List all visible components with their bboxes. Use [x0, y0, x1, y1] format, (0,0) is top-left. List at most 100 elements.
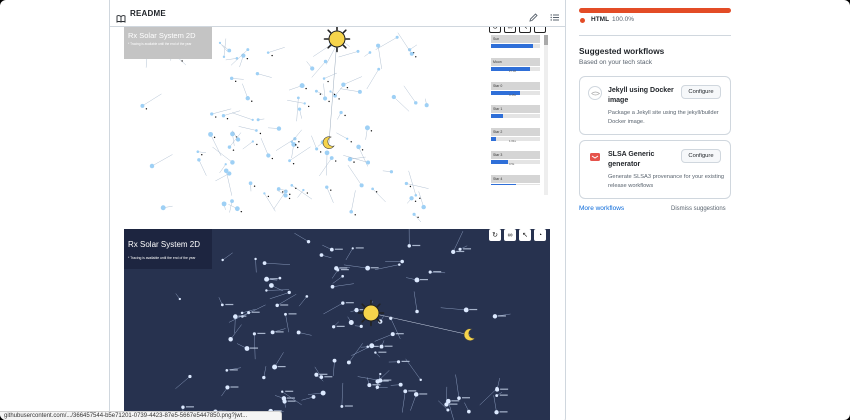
star-label [372, 384, 381, 386]
star [446, 408, 450, 412]
planet-label: Star 2 [491, 128, 540, 137]
planet-speed-slider[interactable] [491, 113, 540, 118]
star [208, 131, 214, 137]
star-label [499, 411, 508, 413]
configure-button[interactable]: Configure [681, 85, 721, 99]
star [329, 247, 334, 252]
star [332, 358, 337, 363]
planet-speed-value: 27.3d [509, 69, 516, 74]
planet-speed-slider[interactable] [491, 183, 540, 185]
planet-label: Sun [491, 35, 540, 43]
workflow-description: Generate SLSA3 provenance for your exist… [608, 174, 725, 189]
planet-speed-value: 1.01s [509, 139, 516, 144]
satellite [215, 116, 217, 118]
satellite [271, 157, 274, 160]
dismiss-suggestions-link[interactable]: Dismiss suggestions [671, 206, 726, 212]
star [235, 57, 239, 60]
satellite [240, 210, 243, 213]
satellite [226, 117, 229, 120]
configure-button[interactable]: Configure [681, 149, 721, 163]
star [356, 144, 361, 150]
star-label [463, 248, 472, 250]
reset-icon[interactable]: ↻ [489, 27, 501, 33]
readme-title: README [130, 9, 166, 18]
star [315, 147, 319, 151]
star [284, 312, 287, 316]
star-label [275, 331, 284, 333]
star [369, 343, 375, 349]
star [331, 325, 336, 329]
sun-moon-link [370, 312, 471, 336]
orbit-trail [230, 324, 242, 340]
orbit-trail [285, 314, 289, 333]
cursor-icon[interactable]: ↖ [519, 229, 531, 241]
satellite [246, 57, 249, 60]
planet-label: Moon [491, 58, 540, 67]
star [140, 103, 145, 108]
star [196, 150, 200, 153]
star [319, 375, 324, 380]
star [458, 247, 462, 251]
orbit-trail [341, 382, 344, 407]
orbit-trail [331, 269, 339, 279]
satellite [282, 191, 284, 193]
star-label [433, 271, 442, 273]
star-label [251, 311, 260, 313]
reset-icon[interactable]: ↻ [489, 229, 501, 241]
more-workflows-link[interactable]: More workflows [579, 205, 624, 212]
star [210, 112, 214, 116]
star [227, 171, 232, 176]
star [302, 188, 305, 192]
orbit-trail [402, 391, 406, 413]
star [290, 140, 294, 144]
star [248, 181, 253, 186]
speed-icon[interactable]: ◔ [534, 229, 546, 241]
list-unordered-icon[interactable] [550, 9, 559, 27]
star [252, 332, 256, 336]
orbit-trail [273, 191, 286, 210]
tool-buttons: ↻ ∞ ↖ ◔ [489, 229, 546, 241]
orbit-trail [413, 291, 418, 312]
app-subtitle: * Tracing is available until the end of … [128, 42, 192, 46]
orbit-trail [264, 193, 276, 212]
star [222, 55, 226, 59]
star [262, 375, 266, 380]
star [376, 43, 381, 48]
planet-speed-slider[interactable] [491, 160, 540, 165]
planet-speed-slider[interactable] [491, 44, 540, 48]
book-icon [116, 10, 126, 28]
satellite [330, 189, 332, 191]
star [400, 259, 404, 264]
star [320, 390, 326, 396]
star [160, 205, 166, 211]
star [293, 137, 297, 141]
orbit-trail [289, 146, 311, 161]
satellite [335, 160, 337, 162]
orbit-trail [198, 159, 207, 176]
link-icon[interactable]: ∞ [504, 229, 516, 241]
star [251, 118, 254, 122]
orbit-trail [266, 289, 290, 291]
language-name[interactable]: HTML [591, 16, 609, 23]
satellite [338, 98, 340, 100]
workflow-name: SLSA Generic generator [608, 151, 655, 168]
star [457, 396, 461, 400]
star-label [229, 369, 238, 371]
planet-row: Sun [491, 35, 543, 58]
star-label [345, 302, 354, 304]
star [276, 187, 281, 191]
star [467, 409, 471, 414]
planet-row: Star 3 0.5s [491, 151, 543, 174]
star [341, 301, 345, 305]
speed-icon[interactable]: ◔ [534, 27, 546, 33]
cursor-icon[interactable]: ↖ [519, 27, 531, 33]
link-icon[interactable]: ∞ [504, 27, 516, 33]
star [323, 96, 328, 101]
star-label [230, 386, 239, 388]
star [221, 114, 226, 118]
panel-scrollbar[interactable] [544, 35, 548, 195]
star [227, 48, 232, 53]
pencil-icon[interactable] [529, 9, 538, 27]
satellite [292, 163, 295, 165]
orbit-trail [374, 333, 393, 342]
